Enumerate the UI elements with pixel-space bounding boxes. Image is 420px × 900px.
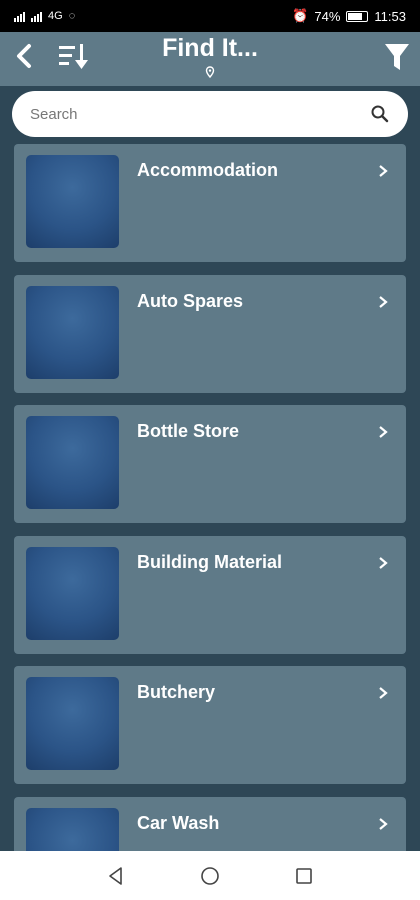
filter-icon[interactable] (384, 42, 410, 72)
back-triangle-icon[interactable] (104, 864, 128, 888)
page-title: Find It... (162, 34, 258, 62)
recents-square-icon[interactable] (292, 864, 316, 888)
category-thumbnail (26, 416, 119, 509)
search-icon[interactable] (370, 104, 390, 124)
category-thumbnail (26, 286, 119, 379)
signal-icon (14, 10, 25, 22)
location-pin-icon (205, 66, 215, 78)
category-thumbnail (26, 547, 119, 640)
category-label: Bottle Store (137, 421, 240, 441)
category-label: Auto Spares (137, 291, 244, 311)
category-list: Accommodation Auto Spares Bottle Store B… (0, 143, 420, 851)
category-card-auto-spares[interactable]: Auto Spares (14, 275, 406, 393)
search-input[interactable] (30, 105, 370, 123)
status-bar: 4G ◌ ⏰ 74% 11:53 (0, 0, 420, 32)
system-nav-bar (0, 851, 420, 900)
chevron-right-icon (379, 296, 388, 308)
category-thumbnail (26, 808, 119, 851)
category-label: Accommodation (137, 160, 279, 180)
category-card-car-wash[interactable]: Car Wash (14, 797, 406, 851)
chevron-right-icon (379, 818, 388, 830)
chevron-right-icon (379, 687, 388, 699)
category-card-accommodation[interactable]: Accommodation (14, 144, 406, 262)
chevron-right-icon (379, 426, 388, 438)
category-thumbnail (26, 677, 119, 770)
category-card-bottle-store[interactable]: Bottle Store (14, 405, 406, 523)
category-label: Butchery (137, 682, 216, 702)
status-right: ⏰ 74% 11:53 (292, 8, 406, 24)
category-label: Building Material (137, 552, 283, 572)
search-bar (12, 91, 408, 137)
network-label: 4G (48, 10, 63, 22)
chevron-right-icon (379, 165, 388, 177)
app-bar: Find It... (0, 32, 420, 86)
signal-icon-2 (31, 10, 42, 22)
chevron-right-icon (379, 557, 388, 569)
battery-icon (346, 10, 369, 22)
category-card-building-material[interactable]: Building Material (14, 536, 406, 654)
battery-percent: 74% (314, 8, 341, 24)
category-card-butchery[interactable]: Butchery (14, 666, 406, 784)
category-thumbnail (26, 155, 119, 248)
status-left: 4G ◌ (14, 10, 75, 22)
home-circle-icon[interactable] (198, 864, 222, 888)
category-label: Car Wash (137, 813, 220, 833)
alarm-icon: ⏰ (292, 8, 309, 23)
clock: 11:53 (374, 8, 406, 24)
sync-icon: ◌ (68, 10, 76, 22)
